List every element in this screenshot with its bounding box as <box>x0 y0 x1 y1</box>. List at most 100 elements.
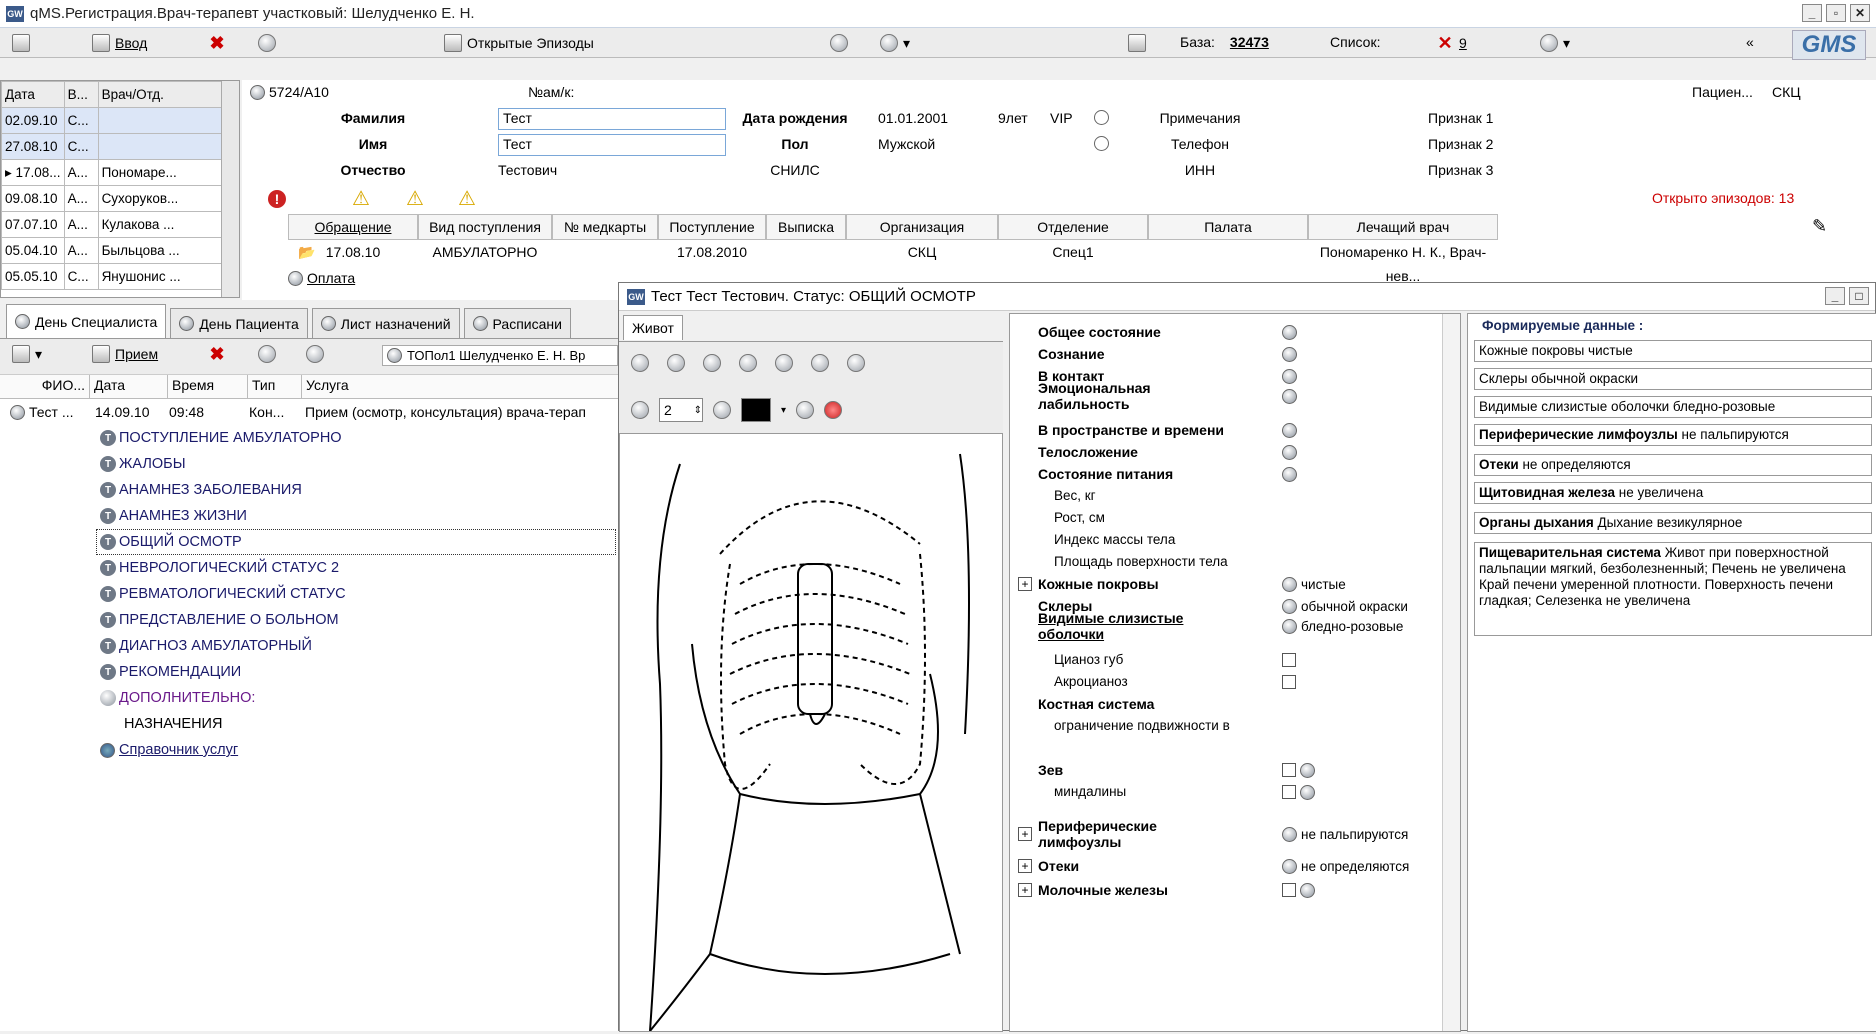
form-row[interactable]: Телосложение <box>1010 442 1440 462</box>
tree-item[interactable]: T АНАМНЕЗ ЖИЗНИ <box>0 503 620 529</box>
grid-header-cell[interactable]: Палата <box>1148 214 1308 240</box>
print-button[interactable]: ▾ <box>12 345 42 363</box>
text-icon[interactable] <box>847 354 865 372</box>
form-value[interactable] <box>1282 324 1301 340</box>
refresh-button[interactable] <box>258 34 276 52</box>
col-service[interactable]: Услуга <box>302 375 620 398</box>
restore-icon[interactable]: ▫ <box>1826 4 1846 22</box>
chevron-down-icon[interactable]: ▾ <box>781 405 786 416</box>
tree-item[interactable]: T ДИАГНОЗ АМБУЛАТОРНЫЙ <box>0 633 620 659</box>
doctor-selector[interactable]: ТОПол1 Шелудченко Е. Н. Вр <box>382 345 618 366</box>
form-row[interactable]: миндалины <box>1010 782 1440 802</box>
expand-icon[interactable]: + <box>1018 827 1032 841</box>
delete-button[interactable]: ✖ <box>208 34 226 52</box>
form-value[interactable]: чистые <box>1282 576 1346 592</box>
pen-width-stepper[interactable]: 2 ⇕ <box>659 398 703 422</box>
col-type[interactable]: В... <box>63 81 99 108</box>
form-value[interactable]: бледно-розовые <box>1282 618 1403 634</box>
grid-header-cell[interactable]: Отделение <box>998 214 1148 240</box>
clear-icon[interactable] <box>824 401 843 419</box>
form-row[interactable]: Рост, см <box>1010 508 1440 528</box>
tree-item[interactable]: T РЕКОМЕНДАЦИИ <box>0 659 620 685</box>
form-row[interactable]: Индекс массы тела <box>1010 530 1440 550</box>
form-row[interactable]: + Периферические лимфоузлы не пальпируются <box>1010 818 1440 850</box>
delete-button[interactable]: ✖ <box>208 345 226 363</box>
tree-item-appointments[interactable]: НАЗНАЧЕНИЯ <box>0 711 620 737</box>
circle-icon[interactable] <box>775 354 793 372</box>
payment-link[interactable]: Оплата <box>288 270 355 286</box>
col-time[interactable]: Время <box>168 375 248 398</box>
checkbox[interactable] <box>1282 653 1296 667</box>
grid-header-cell[interactable]: Выписка <box>766 214 846 240</box>
form-value[interactable] <box>1282 346 1301 362</box>
tree-item[interactable]: T РЕВМАТОЛОГИЧЕСКИЙ СТАТУС <box>0 581 620 607</box>
episode-row[interactable]: 05.04.10 А... Быльцова ... <box>1 237 224 264</box>
line-icon[interactable] <box>667 354 685 372</box>
dollar-button[interactable] <box>306 345 324 363</box>
grid-header-cell[interactable]: Обращение <box>288 214 418 240</box>
form-scrollbar[interactable] <box>1442 314 1460 1031</box>
base-value[interactable]: 32473 <box>1230 34 1269 50</box>
visit-row[interactable]: Тест ... 14.09.10 09:48 Кон... Прием (ос… <box>0 399 620 425</box>
episode-row[interactable]: 02.09.10 С... <box>1 107 224 134</box>
form-row[interactable]: Эмоциональная лабильность <box>1010 380 1440 412</box>
pencil-icon[interactable] <box>631 354 649 372</box>
tab-specialist-day[interactable]: День Специалиста <box>6 304 167 338</box>
tree-item[interactable]: T АНАМНЕЗ ЗАБОЛЕВАНИЯ <box>0 477 620 503</box>
checkbox[interactable] <box>1282 883 1296 897</box>
rectangle-icon[interactable] <box>703 354 721 372</box>
expand-icon[interactable]: + <box>1018 883 1032 897</box>
form-row[interactable]: Сознание <box>1010 344 1440 364</box>
close-icon[interactable]: ✕ <box>1850 4 1870 22</box>
patronymic-field[interactable]: Тестович <box>498 162 726 178</box>
edit-icon[interactable]: ✎ <box>1812 216 1827 237</box>
maximize-icon[interactable]: □ <box>1849 287 1869 305</box>
form-value[interactable] <box>1282 444 1301 460</box>
minimize-icon[interactable]: _ <box>1802 4 1822 22</box>
mail-button[interactable] <box>830 34 848 52</box>
checkbox[interactable] <box>1282 675 1296 689</box>
form-row[interactable]: ограничение подвижности в <box>1010 716 1440 736</box>
episode-row[interactable]: ▸ 17.08... А... Пономаре... <box>1 159 224 186</box>
form-value[interactable] <box>1282 762 1319 778</box>
episode-grid-row[interactable]: 17.08.10 АМБУЛАТОРНО 17.08.2010 СКЦ Спец1 Пон… <box>288 240 1498 284</box>
color-picker[interactable] <box>741 398 771 422</box>
tree-item[interactable]: T НЕВРОЛОГИЧЕСКИЙ СТАТУС 2 <box>0 555 620 581</box>
vip-radio[interactable] <box>1094 110 1109 128</box>
grid-header-cell[interactable]: Организация <box>846 214 998 240</box>
checkbox[interactable] <box>1282 763 1296 777</box>
form-value[interactable] <box>1282 368 1301 384</box>
dob-value[interactable]: 01.01.2001 <box>878 110 948 126</box>
form-row[interactable]: Вес, кг <box>1010 486 1440 506</box>
dollar-button[interactable]: ▾ <box>880 34 910 52</box>
col-type[interactable]: Тип <box>248 375 302 398</box>
tab-patient-day[interactable]: День Пациента <box>170 308 308 338</box>
body-drawing-canvas[interactable] <box>619 433 1003 1032</box>
eraser-icon[interactable] <box>631 401 649 419</box>
form-row[interactable]: + Кожные покровы чистые <box>1010 574 1440 594</box>
grid-header-cell[interactable]: Лечащий врач <box>1308 214 1498 240</box>
form-value[interactable]: не пальпируются <box>1282 826 1408 842</box>
print-button[interactable] <box>12 34 30 52</box>
episode-row[interactable]: 09.08.10 А... Сухоруков... <box>1 185 224 212</box>
form-row[interactable]: + Отеки не определяются <box>1010 856 1440 876</box>
collapse-button[interactable]: « <box>1746 34 1754 50</box>
reception-button[interactable]: Прием <box>92 345 158 363</box>
episode-row[interactable]: 27.08.10 С... <box>1 133 224 160</box>
tree-item[interactable]: T ЖАЛОБЫ <box>0 451 620 477</box>
tree-item[interactable]: T ОБЩИЙ ОСМОТР <box>96 529 616 555</box>
surname-field[interactable]: Тест <box>498 108 726 130</box>
col-doctor[interactable]: Врач/Отд. <box>97 81 224 108</box>
tree-item[interactable]: ДОПОЛНИТЕЛЬНО: <box>0 685 620 711</box>
grid-header-cell[interactable]: Поступление <box>658 214 766 240</box>
checkbox[interactable] <box>1282 785 1296 799</box>
form-value[interactable]: обычной окраски <box>1282 598 1408 614</box>
undo-icon[interactable] <box>796 401 815 419</box>
sex-radio[interactable] <box>1094 136 1109 154</box>
base-button[interactable] <box>1128 34 1146 52</box>
form-row[interactable]: Площадь поверхности тела <box>1010 552 1440 572</box>
grid-header-cell[interactable]: № медкарты <box>552 214 658 240</box>
episode-row[interactable]: 07.07.10 А... Кулакова ... <box>1 211 224 238</box>
form-row[interactable]: Общее состояние <box>1010 322 1440 342</box>
list-button[interactable]: ✕ 9 <box>1436 34 1466 52</box>
